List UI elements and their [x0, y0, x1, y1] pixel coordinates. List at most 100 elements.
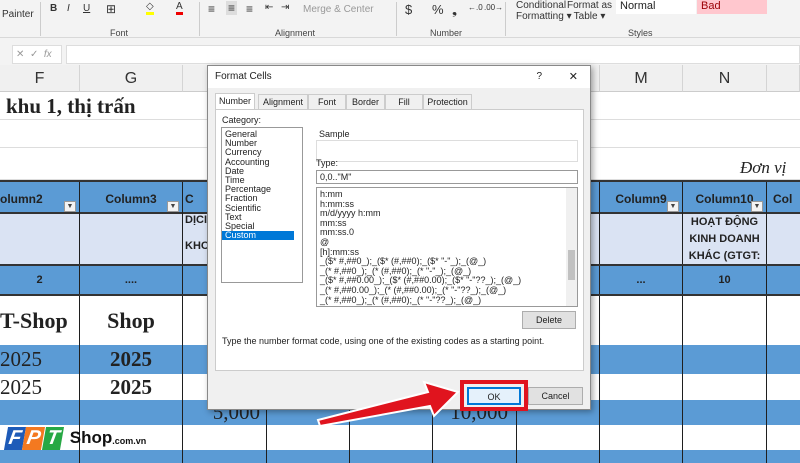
font-group-label: Font — [110, 28, 129, 38]
column-header-g[interactable]: G — [80, 65, 183, 92]
type-item[interactable]: h:mm — [320, 189, 565, 200]
cell[interactable]: .... — [80, 266, 183, 294]
number-group-label: Number — [430, 28, 463, 38]
tab-alignment[interactable]: Alignment — [258, 94, 308, 109]
tab-fill[interactable]: Fill — [385, 94, 423, 109]
sample-box — [316, 140, 578, 162]
cell[interactable]: Shop — [80, 296, 183, 345]
dialog-title: Format Cells — [215, 71, 272, 82]
cell[interactable]: 2025 — [80, 374, 183, 400]
delete-button[interactable]: Delete — [522, 311, 576, 329]
align-center-icon[interactable]: ≡ — [226, 1, 238, 15]
column-header-f[interactable]: F — [0, 65, 80, 92]
header-column3[interactable]: Column3 ▼ — [80, 182, 183, 214]
bold-button[interactable]: B — [50, 3, 57, 14]
fptshop-watermark: F P T Shop .com.vn — [3, 420, 146, 456]
cell[interactable] — [683, 296, 767, 345]
align-right-icon[interactable]: ≡ — [246, 2, 253, 16]
format-painter-button[interactable]: Painter — [2, 9, 34, 20]
format-cells-dialog: Format Cells ? ✕ Number Alignment Font B… — [207, 65, 591, 410]
fx-icon[interactable]: fx — [44, 49, 52, 60]
cell[interactable] — [0, 214, 80, 264]
sample-label: Sample — [319, 129, 350, 139]
column-header-o[interactable] — [767, 65, 800, 92]
type-label: Type: — [316, 158, 339, 168]
cell[interactable]: 2 — [0, 266, 80, 294]
borders-icon[interactable]: ⊞ — [106, 2, 116, 16]
cell[interactable]: ... — [600, 266, 683, 294]
cell[interactable]: T-Shop — [0, 296, 80, 345]
type-item[interactable]: m/d/yyyy h:mm — [320, 209, 565, 219]
formula-buttons: ✕ ✓ fx — [12, 45, 62, 64]
ribbon: Painter B I U ⊞ ◇ A Font ≡ ≡ ≡ ⇤ ⇥ Merge… — [0, 0, 800, 38]
tab-number[interactable]: Number — [215, 93, 255, 109]
cell[interactable] — [683, 400, 767, 425]
category-label: Category: — [222, 115, 262, 125]
tab-font[interactable]: Font — [308, 94, 346, 109]
decrease-indent-icon[interactable]: ⇤ — [265, 2, 273, 13]
number-tab-panel: Category: General Number Currency Accoun… — [215, 109, 584, 371]
category-item-selected[interactable]: Custom — [222, 231, 294, 241]
cell[interactable] — [600, 214, 683, 264]
unit-label: Đơn vị — [740, 158, 787, 177]
cell[interactable] — [683, 374, 767, 400]
type-item[interactable]: _(* #,##0_);_(* (#,##0);_(* "-"??_);_(@_… — [320, 295, 565, 306]
cell[interactable] — [600, 345, 683, 374]
tab-border[interactable]: Border — [346, 94, 385, 109]
cancel-button[interactable]: Cancel — [528, 387, 583, 405]
header-column11[interactable]: Col — [767, 182, 800, 214]
filter-dropdown-icon: ▼ — [167, 201, 179, 212]
close-icon[interactable]: ✕ — [569, 70, 578, 83]
style-normal[interactable]: Normal — [616, 0, 696, 14]
filter-dropdown-icon: ▼ — [751, 201, 763, 212]
column-header-m[interactable]: M — [600, 65, 683, 92]
cancel-icon[interactable]: ✕ — [16, 49, 24, 60]
column-header-n[interactable]: N — [683, 65, 767, 92]
fill-color-icon[interactable]: ◇ — [146, 1, 154, 15]
filter-dropdown-icon: ▼ — [64, 201, 76, 212]
highlight-box — [460, 380, 528, 411]
percent-button[interactable]: % — [432, 2, 444, 17]
formula-input[interactable] — [66, 45, 800, 64]
cell[interactable] — [600, 374, 683, 400]
styles-group-label: Styles — [628, 28, 653, 38]
hint-text: Type the number format code, using one o… — [222, 336, 545, 346]
cell[interactable]: 10 — [683, 266, 767, 294]
cell[interactable] — [80, 214, 183, 264]
type-list[interactable]: h:mm h:mm:ss m/d/yyyy h:mm mm:ss mm:ss.0… — [316, 187, 578, 307]
help-button[interactable]: ? — [536, 71, 542, 82]
italic-button[interactable]: I — [67, 3, 70, 14]
font-color-icon[interactable]: A — [176, 1, 183, 15]
cell[interactable] — [600, 296, 683, 345]
cell[interactable] — [683, 345, 767, 374]
cell[interactable]: HOẠT ĐỘNG KINH DOANH KHÁC (GTGT: 2%; TNC… — [683, 214, 767, 264]
conditional-formatting-button[interactable]: Conditional Formatting ▾ — [516, 0, 572, 22]
currency-button[interactable]: $ — [405, 2, 412, 17]
header-column9[interactable]: Column9 ▼ — [600, 182, 683, 214]
type-input[interactable]: 0,0.."M" — [316, 170, 578, 184]
cell[interactable] — [600, 400, 683, 425]
cell[interactable]: 2025 — [80, 345, 183, 374]
tab-protection[interactable]: Protection — [423, 94, 472, 109]
cell[interactable]: 2025 — [0, 374, 80, 400]
header-column10[interactable]: Column10 ▼ — [683, 182, 767, 214]
cell[interactable]: 2025 — [0, 345, 80, 374]
red-arrow-icon — [316, 380, 460, 428]
merge-center-button[interactable]: Merge & Center — [303, 4, 374, 15]
comma-button[interactable]: ❟ — [452, 2, 457, 18]
underline-button[interactable]: U — [83, 3, 90, 14]
increase-indent-icon[interactable]: ⇥ — [281, 2, 289, 13]
increase-decimal-icon[interactable]: ←.0 — [468, 3, 483, 12]
decrease-decimal-icon[interactable]: .00→ — [484, 3, 503, 12]
type-list-scrollbar[interactable] — [566, 188, 577, 306]
category-list[interactable]: General Number Currency Accounting Date … — [221, 127, 303, 283]
alignment-group-label: Alignment — [275, 28, 316, 38]
align-left-icon[interactable]: ≡ — [208, 2, 215, 16]
type-item[interactable]: mm:ss — [320, 218, 565, 229]
enter-icon[interactable]: ✓ — [30, 49, 38, 60]
filter-dropdown-icon: ▼ — [667, 201, 679, 212]
style-bad[interactable]: Bad — [697, 0, 767, 14]
type-item[interactable]: mm:ss.0 — [320, 228, 565, 238]
format-as-table-button[interactable]: Format as Table ▾ — [567, 0, 612, 22]
header-column2[interactable]: olumn2 ▼ — [0, 182, 80, 214]
